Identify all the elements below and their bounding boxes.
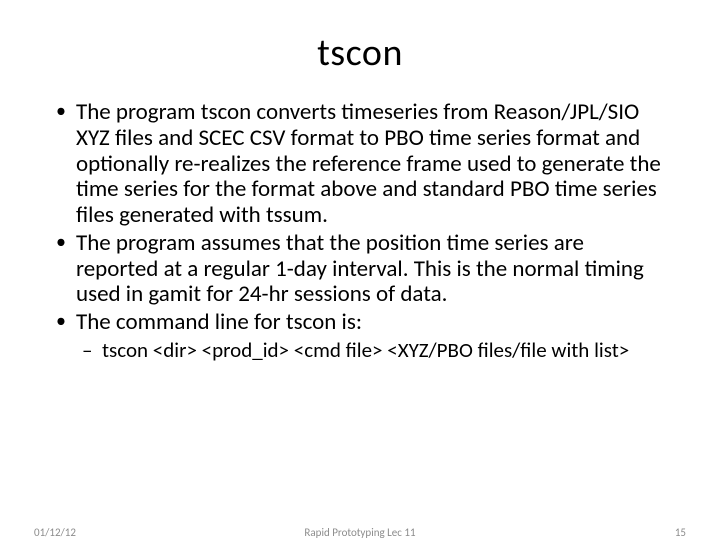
bullet-text: The command line for tscon is: <box>76 308 362 336</box>
bullet-item: The program tscon converts timeseries fr… <box>50 100 670 229</box>
sub-bullet-list: tscon <dir> <prod_id> <cmd file> <XYZ/PB… <box>76 338 670 362</box>
slide-title: tscon <box>50 30 670 76</box>
footer-center: Rapid Prototyping Lec 11 <box>0 526 720 539</box>
bullet-item: The program assumes that the position ti… <box>50 231 670 308</box>
sub-bullet-text: tscon <dir> <prod_id> <cmd file> <XYZ/PB… <box>102 337 629 363</box>
slide: tscon The program tscon converts timeser… <box>0 0 720 540</box>
bullet-text: The program tscon converts timeseries fr… <box>76 98 661 229</box>
bullet-list: The program tscon converts timeseries fr… <box>50 100 670 362</box>
bullet-text: The program assumes that the position ti… <box>76 229 644 309</box>
bullet-item: The command line for tscon is: tscon <di… <box>50 310 670 362</box>
sub-bullet-item: tscon <dir> <prod_id> <cmd file> <XYZ/PB… <box>76 338 670 362</box>
footer-page-number: 15 <box>675 526 686 539</box>
